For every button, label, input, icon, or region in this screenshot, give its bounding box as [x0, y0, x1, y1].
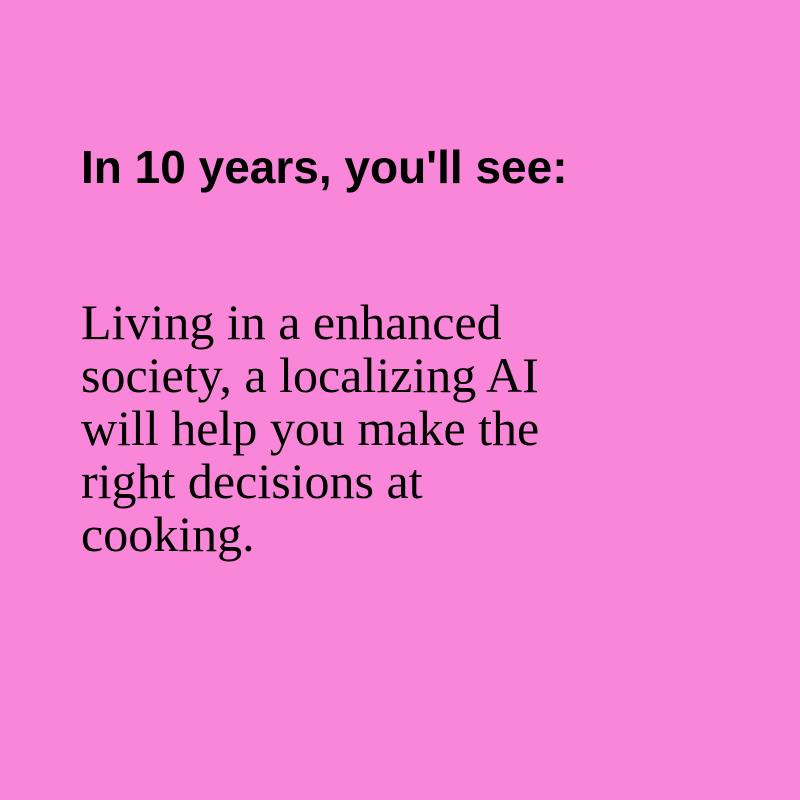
body-text: Living in a enhanced society, a localizi…	[81, 296, 641, 561]
body-line: Living in a enhanced	[81, 294, 502, 350]
body-line: right decisions at	[81, 453, 423, 509]
heading: In 10 years, you'll see:	[81, 141, 568, 193]
body-line: cooking.	[81, 506, 255, 562]
body-line: will help you make the	[81, 400, 540, 456]
body-line: society, a localizing AI	[81, 347, 539, 403]
